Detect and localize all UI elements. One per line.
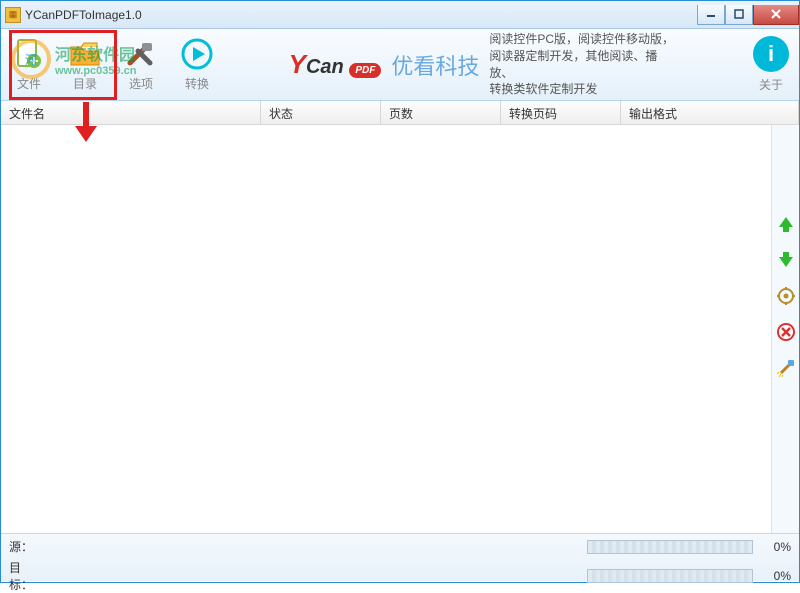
side-toolbar: [771, 125, 799, 533]
target-percent: 0%: [761, 569, 791, 583]
brand-desc: 阅读控件PC版，阅读控件移动版， 阅读器定制开发，其他阅读、播放、 转换类软件定…: [489, 31, 679, 98]
convert-button[interactable]: 转换: [169, 30, 225, 100]
options-icon: [124, 37, 158, 71]
convert-label: 转换: [185, 75, 209, 92]
source-label: 源：: [9, 538, 39, 555]
col-convert-pages[interactable]: 转换页码: [501, 101, 621, 124]
gear-icon: [777, 287, 795, 305]
close-button[interactable]: [753, 5, 799, 25]
app-icon: ▦: [5, 7, 21, 23]
options-label: 选项: [129, 75, 153, 92]
source-percent: 0%: [761, 540, 791, 554]
titlebar: ▦ YCanPDFToImage1.0: [1, 1, 799, 29]
play-icon: [180, 37, 214, 71]
add-file-label: 文件: [17, 75, 41, 92]
col-status[interactable]: 状态: [261, 101, 381, 124]
toolbar: 文件 目录 选项 转换 YCan PDF 优看科技 阅读控件PC版，阅读控件移动…: [1, 29, 799, 101]
target-progress: [587, 569, 753, 583]
folder-icon: [68, 37, 102, 71]
file-list[interactable]: [1, 125, 771, 533]
delete-icon: [777, 323, 795, 341]
add-folder-label: 目录: [73, 75, 97, 92]
minimize-button[interactable]: [697, 5, 725, 25]
arrow-up-icon: [777, 215, 795, 233]
about-button[interactable]: i 关于: [743, 30, 799, 100]
col-output-format[interactable]: 输出格式: [621, 101, 799, 124]
close-icon: [770, 8, 782, 20]
options-button[interactable]: 选项: [113, 30, 169, 100]
about-label: 关于: [759, 76, 783, 93]
broom-icon: [777, 359, 795, 377]
brand-logo: YCan PDF: [289, 49, 382, 80]
info-icon: i: [753, 36, 789, 72]
add-file-button[interactable]: 文件: [1, 30, 57, 100]
maximize-button[interactable]: [725, 5, 753, 25]
status-bar: 源： 0% 目标： 0%: [1, 533, 799, 581]
col-filename[interactable]: 文件名: [1, 101, 261, 124]
maximize-icon: [734, 9, 744, 19]
target-label: 目标：: [9, 559, 39, 593]
table-header: 文件名 状态 页数 转换页码 输出格式: [1, 101, 799, 125]
window-title: YCanPDFToImage1.0: [25, 8, 697, 22]
brand-area: YCan PDF 优看科技 阅读控件PC版，阅读控件移动版， 阅读器定制开发，其…: [225, 31, 743, 98]
source-progress: [587, 540, 753, 554]
clear-button[interactable]: [777, 359, 795, 377]
move-down-button[interactable]: [777, 251, 795, 269]
move-up-button[interactable]: [777, 215, 795, 233]
file-add-icon: [12, 37, 46, 71]
minimize-icon: [706, 9, 716, 19]
col-pages[interactable]: 页数: [381, 101, 501, 124]
brand-cn: 优看科技: [391, 49, 479, 81]
arrow-down-icon: [777, 251, 795, 269]
add-folder-button[interactable]: 目录: [57, 30, 113, 100]
settings-button[interactable]: [777, 287, 795, 305]
remove-button[interactable]: [777, 323, 795, 341]
